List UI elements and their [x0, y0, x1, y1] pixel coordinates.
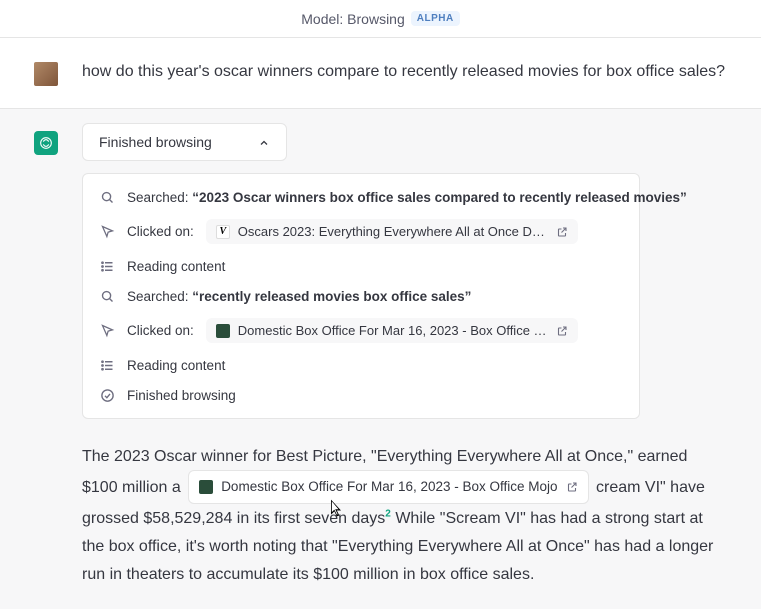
inline-citation[interactable]: Domestic Box Office For Mar 16, 2023 - B…: [188, 470, 588, 504]
step-search-1: Searched: “2023 Oscar winners box office…: [83, 182, 639, 212]
model-header: Model: Browsing ALPHA: [0, 0, 761, 38]
favicon-variety-icon: V: [216, 225, 230, 239]
citation-chip-boxofficemojo[interactable]: Domestic Box Office For Mar 16, 2023 - B…: [206, 318, 578, 343]
search-icon: [99, 189, 115, 205]
cursor-icon: [99, 224, 115, 240]
citation-superscript[interactable]: 2: [385, 508, 391, 519]
assistant-avatar: [34, 131, 58, 155]
browsing-panel: Searched: “2023 Oscar winners box office…: [82, 173, 640, 419]
step-search-2: Searched: “recently released movies box …: [83, 281, 639, 311]
list-icon: [99, 357, 115, 373]
favicon-mojo-icon: [199, 480, 213, 494]
cursor-icon: [99, 323, 115, 339]
check-circle-icon: [99, 387, 115, 403]
user-avatar: [34, 62, 58, 86]
step-reading-2: Reading content: [83, 350, 639, 380]
step-click-1: Clicked on: V Oscars 2023: Everything Ev…: [83, 212, 639, 251]
browsing-toggle-label: Finished browsing: [99, 134, 212, 150]
assistant-message-row: Finished browsing Searched: “2023 Oscar …: [0, 109, 761, 609]
external-link-icon: [566, 481, 578, 493]
assistant-answer: The 2023 Oscar winner for Best Picture, …: [82, 443, 727, 589]
list-icon: [99, 258, 115, 274]
user-message-row: how do this year's oscar winners compare…: [0, 38, 761, 109]
search-icon: [99, 288, 115, 304]
browsing-toggle[interactable]: Finished browsing: [82, 123, 287, 161]
alpha-badge: ALPHA: [411, 11, 460, 26]
model-label: Model: Browsing: [301, 11, 405, 27]
step-finished: Finished browsing: [83, 380, 639, 410]
external-link-icon: [556, 226, 568, 238]
favicon-mojo-icon: [216, 324, 230, 338]
external-link-icon: [556, 325, 568, 337]
step-reading-1: Reading content: [83, 251, 639, 281]
user-question: how do this year's oscar winners compare…: [82, 60, 725, 84]
citation-chip-variety[interactable]: V Oscars 2023: Everything Everywhere All…: [206, 219, 578, 244]
chevron-up-icon: [258, 134, 270, 150]
step-click-2: Clicked on: Domestic Box Office For Mar …: [83, 311, 639, 350]
